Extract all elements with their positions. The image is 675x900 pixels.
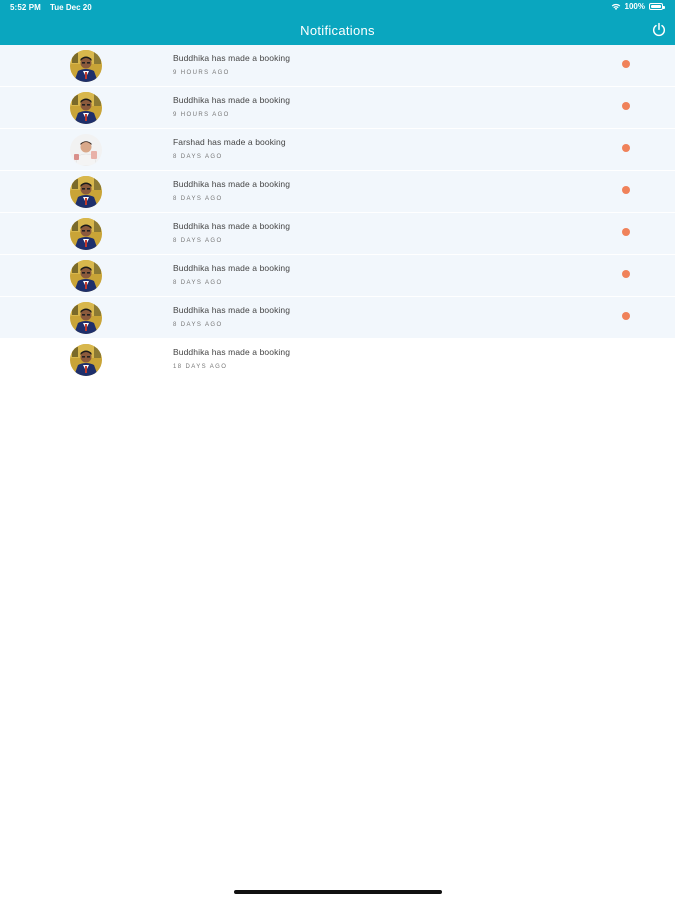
avatar-buddhika bbox=[70, 302, 102, 334]
unread-dot-icon bbox=[622, 60, 630, 68]
notification-row[interactable]: Buddhika has made a booking 9 HOURS AGO bbox=[0, 87, 675, 129]
status-indicators: 100% bbox=[611, 2, 665, 11]
status-time: 5:52 PM bbox=[10, 3, 41, 12]
unread-dot-icon bbox=[622, 102, 630, 110]
notification-time: 9 HOURS AGO bbox=[173, 70, 230, 76]
notification-time: 8 DAYS AGO bbox=[173, 322, 223, 328]
power-button[interactable] bbox=[651, 22, 667, 38]
notification-time: 9 HOURS AGO bbox=[173, 112, 230, 118]
notification-row[interactable]: Buddhika has made a booking 8 DAYS AGO bbox=[0, 171, 675, 213]
notification-message: Buddhika has made a booking bbox=[173, 263, 291, 273]
avatar-buddhika bbox=[70, 176, 102, 208]
unread-dot-icon bbox=[622, 312, 630, 320]
notification-time: 8 DAYS AGO bbox=[173, 196, 223, 202]
notification-message: Buddhika has made a booking bbox=[173, 221, 291, 231]
notification-message: Buddhika has made a booking bbox=[173, 305, 291, 315]
avatar-buddhika bbox=[70, 50, 102, 82]
notification-time: 18 DAYS AGO bbox=[173, 364, 228, 370]
notification-row[interactable]: Farshad has made a booking 8 DAYS AGO bbox=[0, 129, 675, 171]
notification-list: Buddhika has made a booking 9 HOURS AGO B… bbox=[0, 45, 675, 381]
notification-row[interactable]: Buddhika has made a booking 18 DAYS AGO bbox=[0, 339, 675, 381]
notification-message: Buddhika has made a booking bbox=[173, 347, 291, 357]
battery-percent: 100% bbox=[624, 2, 645, 11]
page-title: Notifications bbox=[300, 23, 375, 38]
wifi-icon bbox=[611, 3, 621, 11]
notification-row[interactable]: Buddhika has made a booking 8 DAYS AGO bbox=[0, 255, 675, 297]
notification-time: 8 DAYS AGO bbox=[173, 238, 223, 244]
avatar-buddhika bbox=[70, 260, 102, 292]
status-date: Tue Dec 20 bbox=[50, 3, 92, 12]
avatar-buddhika bbox=[70, 218, 102, 250]
notification-row[interactable]: Buddhika has made a booking 8 DAYS AGO bbox=[0, 297, 675, 339]
notification-time: 8 DAYS AGO bbox=[173, 154, 223, 160]
top-bar: 5:52 PM Tue Dec 20 100% Notifications bbox=[0, 0, 675, 45]
notification-message: Buddhika has made a booking bbox=[173, 53, 291, 63]
notification-row[interactable]: Buddhika has made a booking 8 DAYS AGO bbox=[0, 213, 675, 255]
avatar-buddhika bbox=[70, 92, 102, 124]
notification-message: Buddhika has made a booking bbox=[173, 95, 291, 105]
battery-icon bbox=[649, 3, 665, 10]
unread-dot-icon bbox=[622, 228, 630, 236]
unread-dot-icon bbox=[622, 270, 630, 278]
notification-message: Farshad has made a booking bbox=[173, 137, 286, 147]
home-indicator[interactable] bbox=[234, 890, 442, 894]
unread-dot-icon bbox=[622, 186, 630, 194]
power-icon bbox=[652, 22, 666, 37]
avatar-farshad bbox=[70, 134, 102, 166]
avatar-buddhika bbox=[70, 344, 102, 376]
unread-dot-icon bbox=[622, 144, 630, 152]
screen: 5:52 PM Tue Dec 20 100% Notifications Bu… bbox=[0, 0, 675, 900]
notification-time: 8 DAYS AGO bbox=[173, 280, 223, 286]
notification-row[interactable]: Buddhika has made a booking 9 HOURS AGO bbox=[0, 45, 675, 87]
notification-message: Buddhika has made a booking bbox=[173, 179, 291, 189]
